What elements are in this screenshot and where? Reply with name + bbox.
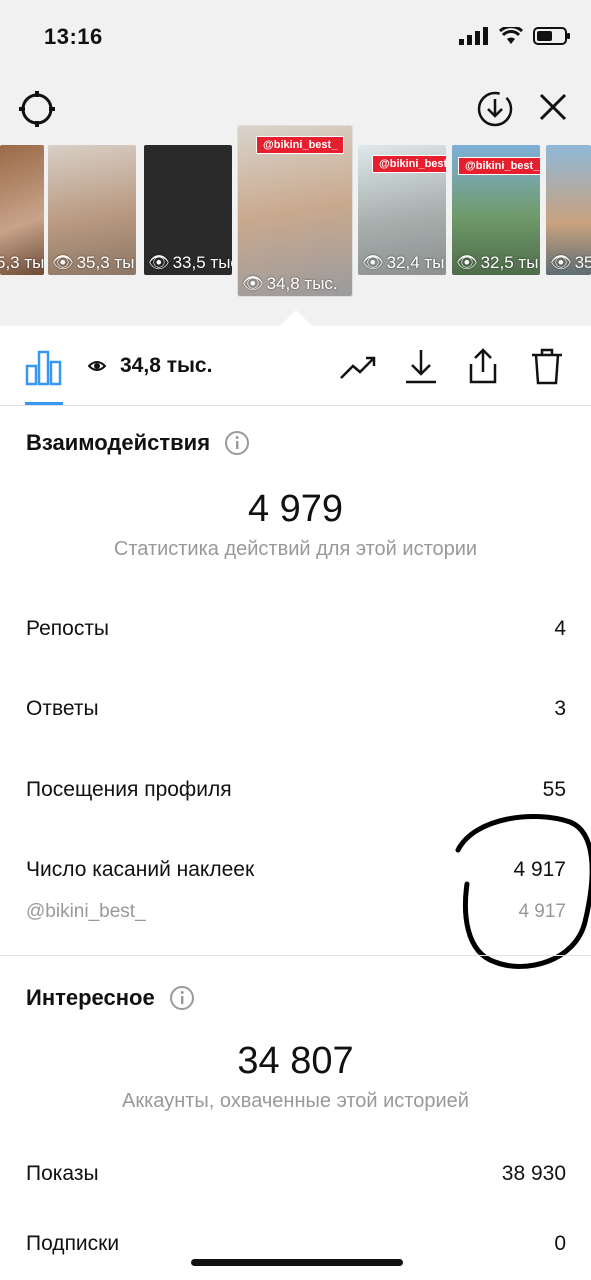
interactions-title: Взаимодействия bbox=[26, 430, 211, 455]
stat-label: Ответы bbox=[26, 697, 99, 720]
stat-value: 4 bbox=[554, 617, 566, 640]
eye-icon: 👁 bbox=[456, 253, 478, 272]
views-value: 5,3 тыс. bbox=[0, 253, 44, 272]
views-value: 32,5 ты bbox=[480, 253, 539, 272]
stat-value: 38 930 bbox=[501, 1162, 566, 1185]
signal-icon bbox=[459, 27, 488, 45]
stat-label: Число касаний наклеек bbox=[26, 858, 255, 881]
stat-label: Показы bbox=[26, 1162, 99, 1185]
status-icons bbox=[459, 26, 571, 46]
stat-value: 0 bbox=[554, 1232, 566, 1255]
info-icon[interactable] bbox=[169, 985, 195, 1011]
eye-icon: 👁 bbox=[52, 253, 74, 272]
stat-value: 3 bbox=[554, 697, 566, 720]
interactions-header: Взаимодействия bbox=[26, 430, 250, 456]
action-bar: 34,8 тыс. bbox=[0, 326, 591, 406]
stat-value: 4 917 bbox=[513, 858, 566, 881]
wifi-icon bbox=[499, 27, 523, 44]
trash-icon[interactable] bbox=[527, 346, 567, 386]
active-tab-indicator bbox=[25, 402, 63, 405]
story-thumb[interactable]: 👁 35,3 ты bbox=[48, 145, 136, 275]
eye-icon bbox=[88, 361, 106, 371]
stat-value: 55 bbox=[542, 778, 566, 801]
download-circle-icon[interactable] bbox=[475, 89, 515, 129]
discovery-title: Интересное bbox=[26, 985, 155, 1010]
sticker-tag: @bikini_best_ bbox=[372, 155, 446, 173]
handdrawn-circle bbox=[455, 814, 591, 969]
story-thumb[interactable]: @bikini_best_ 👁 32,4 ты bbox=[358, 145, 446, 275]
story-thumb-active[interactable]: @bikini_best_ 👁 34,8 тыс. bbox=[238, 126, 352, 296]
info-icon[interactable] bbox=[224, 430, 250, 456]
views-count: 34,8 тыс. bbox=[120, 354, 213, 377]
story-thumbnails: 5,3 тыс. 👁35,3 ты 👁33,5 тыс. @bikini_bes… bbox=[0, 126, 591, 306]
story-thumb[interactable]: 👁 35 bbox=[546, 145, 591, 275]
status-bar: 13:16 bbox=[0, 0, 591, 70]
battery-icon bbox=[533, 27, 570, 45]
stat-row-impressions: Показы 38 930 bbox=[26, 1162, 566, 1186]
eye-icon: 👁 bbox=[148, 253, 170, 272]
views-value: 33,5 тыс. bbox=[172, 253, 232, 272]
story-thumb[interactable]: @bikini_best_ 👁 32,5 ты bbox=[452, 145, 540, 275]
views-value: 35,3 ты bbox=[76, 253, 135, 272]
views-value: 35 bbox=[574, 253, 591, 272]
stat-label: Посещения профиля bbox=[26, 778, 232, 801]
sticker-value: 4 917 bbox=[518, 901, 566, 922]
status-time: 13:16 bbox=[44, 24, 103, 49]
gear-icon[interactable] bbox=[17, 89, 57, 129]
active-story-pointer bbox=[280, 310, 312, 326]
reach-total: 34 807 bbox=[237, 1040, 354, 1082]
stat-label: Репосты bbox=[26, 617, 110, 640]
sticker-handle: @bikini_best_ bbox=[26, 901, 146, 922]
stat-row-replies: Ответы 3 bbox=[26, 697, 566, 721]
home-indicator[interactable] bbox=[191, 1259, 403, 1266]
stat-label: Подписки bbox=[26, 1232, 120, 1255]
discovery-header: Интересное bbox=[26, 985, 195, 1011]
reach-caption: Аккаунты, охваченные этой историей bbox=[122, 1090, 469, 1112]
story-thumb[interactable]: 👁33,5 тыс. bbox=[144, 145, 232, 275]
views-summary: 34,8 тыс. bbox=[88, 354, 212, 378]
close-icon[interactable] bbox=[535, 89, 571, 125]
stat-row-follows: Подписки 0 bbox=[26, 1232, 566, 1256]
views-value: 34,8 тыс. bbox=[266, 274, 338, 293]
story-toolbar bbox=[0, 85, 591, 130]
interactions-total: 4 979 bbox=[247, 488, 344, 530]
interactions-caption: Статистика действий для этой истории bbox=[113, 538, 478, 560]
bar-chart-icon[interactable] bbox=[25, 348, 63, 386]
stat-row-sticker-taps: Число касаний наклеек 4 917 bbox=[26, 858, 566, 882]
stat-row-sticker-sub: @bikini_best_ 4 917 bbox=[26, 901, 566, 923]
stat-row-reposts: Репосты 4 bbox=[26, 617, 566, 641]
story-thumb[interactable]: 5,3 тыс. bbox=[0, 145, 44, 275]
save-icon[interactable] bbox=[401, 346, 441, 386]
views-value: 32,4 ты bbox=[386, 253, 445, 272]
trend-icon[interactable] bbox=[338, 346, 378, 386]
eye-icon: 👁 bbox=[242, 274, 264, 293]
section-divider bbox=[0, 955, 591, 956]
stat-row-profile-visits: Посещения профиля 55 bbox=[26, 778, 566, 802]
share-icon[interactable] bbox=[463, 346, 503, 386]
sticker-tag: @bikini_best_ bbox=[458, 157, 540, 175]
story-strip-area: 13:16 5,3 ты 👁 35,3 ты 👁 33,5 ты @bikini… bbox=[0, 0, 591, 326]
eye-icon: 👁 bbox=[362, 253, 384, 272]
eye-icon: 👁 bbox=[550, 253, 572, 272]
sticker-tag: @bikini_best_ bbox=[256, 136, 345, 154]
